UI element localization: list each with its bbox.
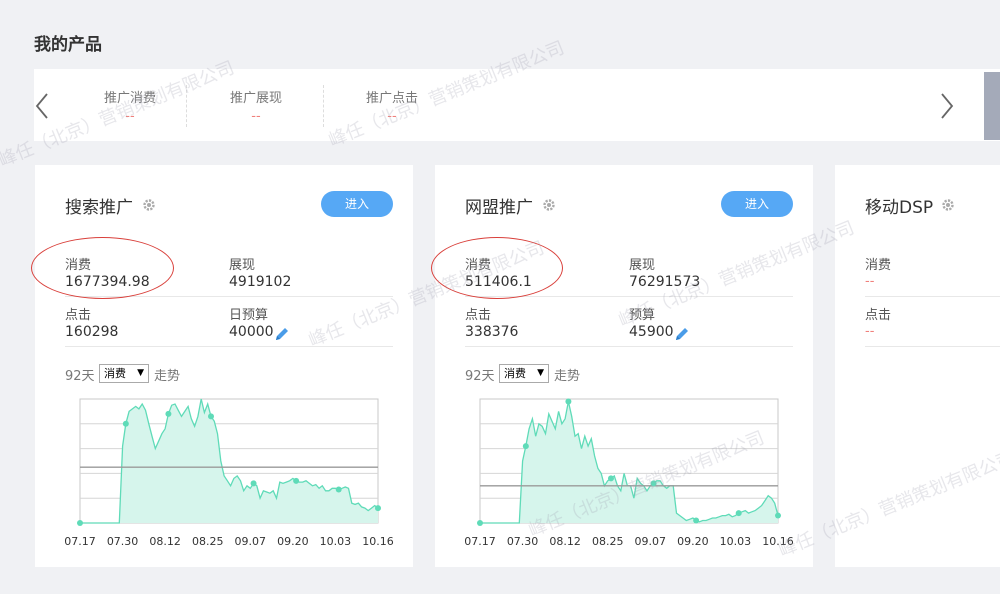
product-card-mobile-dsp: 移动DSP 消费 -- 点击 -- <box>835 165 1000 567</box>
summary-metric-label: 推广展现 <box>229 91 282 106</box>
summary-metric-label: 推广消费 <box>103 91 156 106</box>
data-point <box>693 517 700 524</box>
summary-metric-value: -- <box>387 109 397 124</box>
x-tick-label: 08.25 <box>192 535 224 548</box>
enter-button[interactable]: 进入 <box>321 191 393 217</box>
summary-metric-label: 推广点击 <box>365 91 418 106</box>
data-point <box>522 443 529 450</box>
data-point <box>607 475 614 482</box>
card-title: 搜索推广 <box>65 198 133 218</box>
card-title: 移动DSP <box>865 198 934 218</box>
budget-label: 预算 <box>629 308 656 323</box>
data-point <box>77 520 83 526</box>
summary-metric-value: -- <box>125 109 135 124</box>
edit-pencil-icon[interactable] <box>674 326 690 342</box>
trend-chart: 07.17 07.30 08.12 08.25 09.07 09.20 10.03 10.16 <box>464 393 805 553</box>
range-days: 92天 <box>465 369 495 384</box>
summary-bar: 推广消费 -- 推广展现 -- 推广点击 -- <box>34 69 1000 141</box>
x-tick-label: 08.12 <box>549 535 581 548</box>
summary-metric-impressions: 推广展现 -- <box>196 87 316 124</box>
impressions-label: 展现 <box>229 258 256 273</box>
budget-value: 45900 <box>629 324 674 340</box>
product-card-search: 搜索推广 进入 消费 1677394.98 展现 4919102 点击 1602… <box>31 165 413 567</box>
enter-button[interactable]: 进入 <box>721 191 793 217</box>
metric-select-value: 消费 <box>104 367 126 380</box>
x-tick-label: 07.30 <box>107 535 139 548</box>
gear-icon[interactable] <box>142 197 156 211</box>
clicks-value: -- <box>865 324 875 339</box>
edit-pencil-icon[interactable] <box>274 326 290 342</box>
data-point <box>375 505 381 512</box>
clicks-value: 338376 <box>465 324 519 340</box>
clicks-value: 160298 <box>65 324 119 340</box>
metric-select[interactable]: 消费 ▼ <box>99 364 149 383</box>
annotation-circle <box>431 237 563 299</box>
stats-divider <box>465 346 793 347</box>
summary-metric-clicks: 推广点击 -- <box>332 87 452 124</box>
gear-icon[interactable] <box>542 197 556 211</box>
metric-select[interactable]: 消费 ▼ <box>499 364 549 383</box>
x-tick-label: 10.16 <box>362 535 394 548</box>
cost-value: -- <box>865 274 875 289</box>
impressions-value: 76291573 <box>629 274 701 290</box>
metric-select-value: 消费 <box>504 367 526 380</box>
product-card-network: 网盟推广 进入 消费 511406.1 展现 76291573 点击 33837… <box>431 165 813 567</box>
clicks-label: 点击 <box>465 308 492 323</box>
x-tick-label: 07.17 <box>464 535 496 548</box>
trend-label: 走势 <box>554 369 581 384</box>
trend-label: 走势 <box>154 369 181 384</box>
clicks-label: 点击 <box>65 308 92 323</box>
cost-label: 消费 <box>865 258 892 273</box>
next-arrow-icon[interactable] <box>937 91 957 121</box>
stats-divider <box>865 296 1000 297</box>
x-tick-label: 09.20 <box>677 535 709 548</box>
trend-chart: 07.17 07.30 08.12 08.25 09.07 09.20 10.03 10.16 <box>64 393 405 553</box>
scroll-handle[interactable] <box>984 72 1000 140</box>
range-days: 92天 <box>65 369 95 384</box>
stats-divider <box>65 346 393 347</box>
x-tick-label: 07.17 <box>64 535 96 548</box>
caret-down-icon: ▼ <box>537 368 544 378</box>
data-point <box>122 420 129 427</box>
x-tick-label: 08.25 <box>592 535 624 548</box>
data-point <box>165 410 172 417</box>
impressions-value: 4919102 <box>229 274 292 290</box>
x-tick-label: 09.20 <box>277 535 309 548</box>
metric-divider <box>186 85 187 127</box>
summary-metric-value: -- <box>251 109 261 124</box>
data-point <box>477 520 483 526</box>
x-tick-label: 08.12 <box>149 535 181 548</box>
budget-value: 40000 <box>229 324 274 340</box>
x-tick-label: 07.30 <box>507 535 538 548</box>
summary-metric-cost: 推广消费 -- <box>70 87 190 124</box>
data-point <box>293 477 300 484</box>
impressions-label: 展现 <box>629 258 656 273</box>
trend-chart-svg: 07.17 07.30 08.12 08.25 09.07 09.20 10.03 10.16 <box>64 398 394 548</box>
gear-icon[interactable] <box>941 197 955 211</box>
data-point <box>335 486 342 493</box>
x-tick-label: 09.07 <box>235 535 266 548</box>
x-tick-label: 09.07 <box>635 535 667 548</box>
data-point <box>775 512 781 519</box>
caret-down-icon: ▼ <box>137 368 144 378</box>
budget-label: 日预算 <box>229 308 269 323</box>
metric-divider <box>323 85 324 127</box>
trend-chart-svg: 07.17 07.30 08.12 08.25 09.07 09.20 10.03 10.16 <box>464 398 794 548</box>
x-tick-label: 10.03 <box>720 535 752 548</box>
data-point <box>565 398 572 405</box>
data-point <box>207 413 214 420</box>
clicks-label: 点击 <box>865 308 892 323</box>
x-tick-label: 10.03 <box>320 535 352 548</box>
card-title: 网盟推广 <box>465 198 533 218</box>
annotation-circle <box>31 237 174 299</box>
data-point <box>650 480 657 487</box>
stats-divider <box>865 346 1000 347</box>
x-tick-label: 10.16 <box>762 535 794 548</box>
data-point <box>735 510 742 517</box>
data-point <box>250 480 257 487</box>
prev-arrow-icon[interactable] <box>34 91 54 121</box>
page-title: 我的产品 <box>34 35 102 55</box>
